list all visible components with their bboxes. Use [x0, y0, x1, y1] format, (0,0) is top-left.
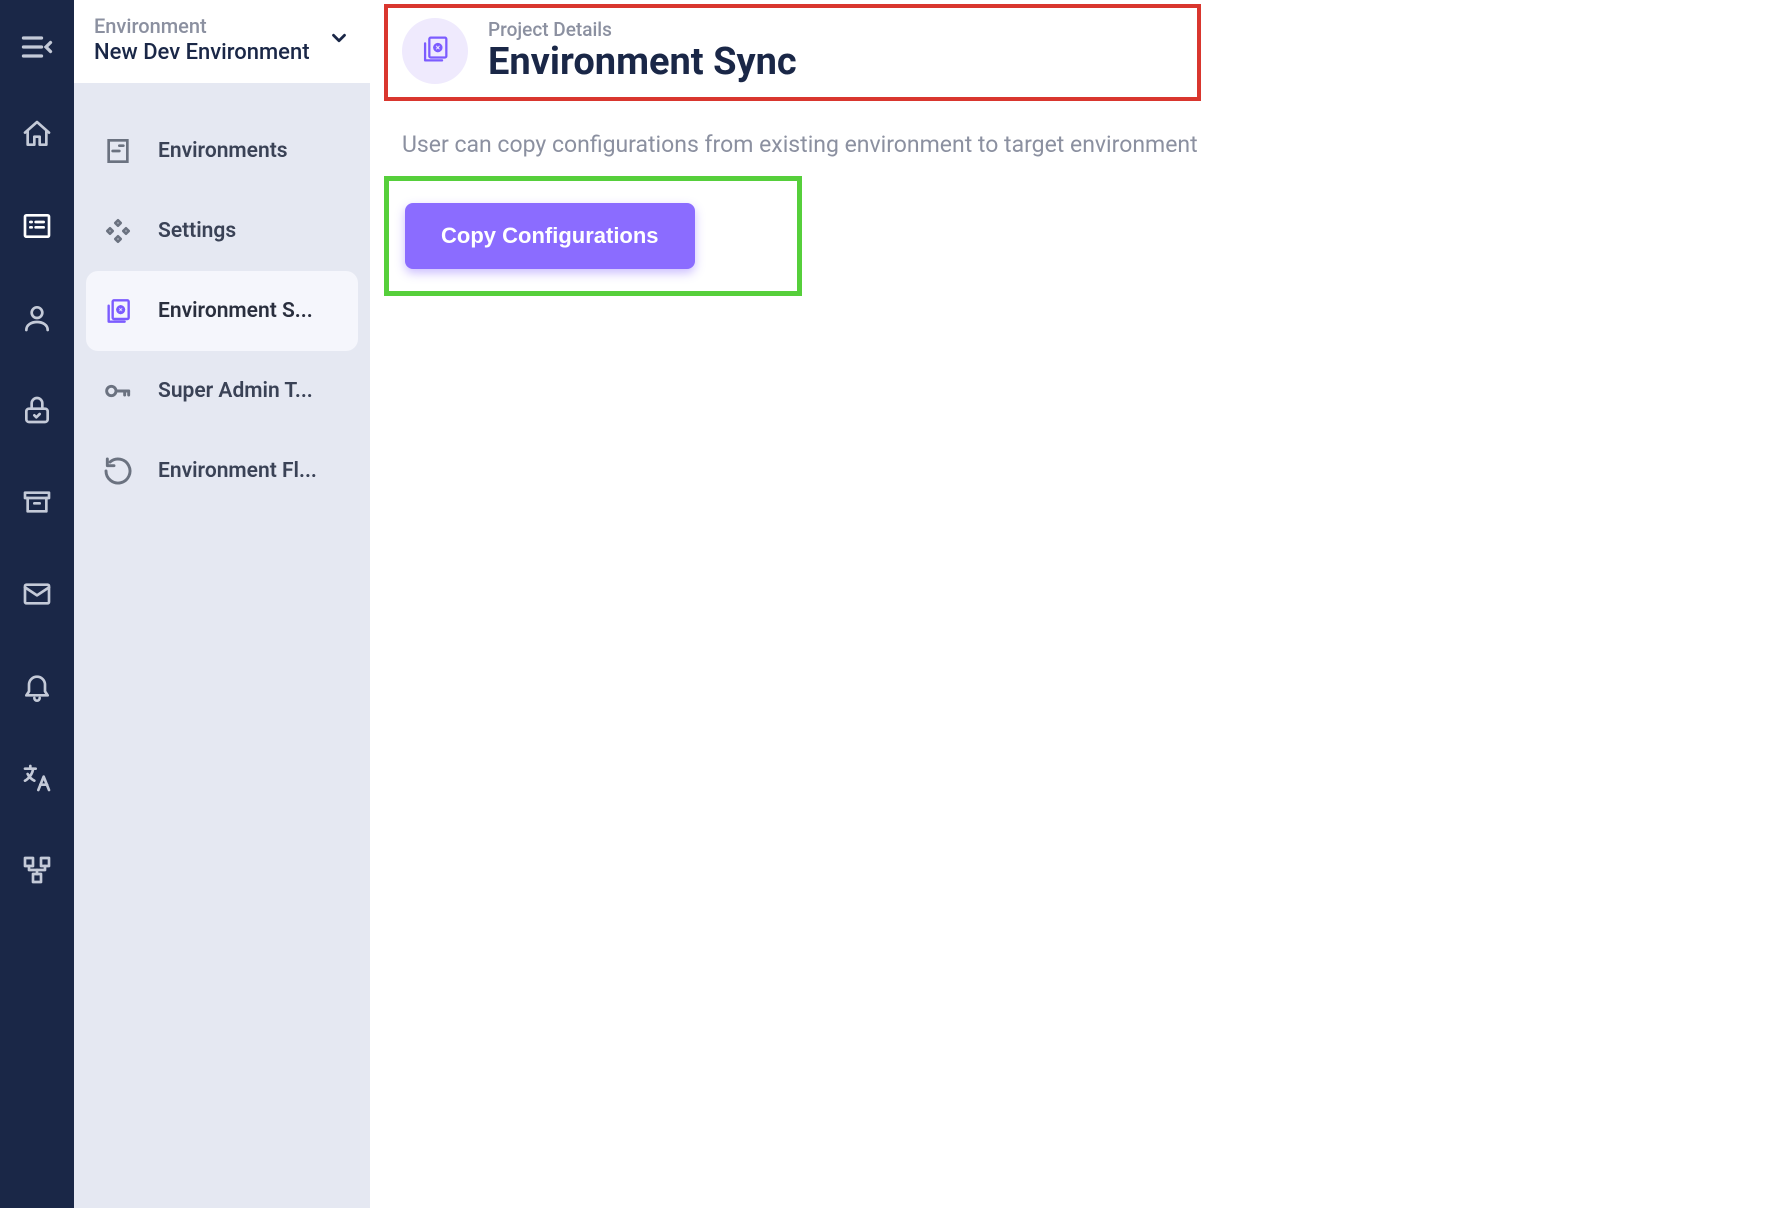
environment-selector-name: New Dev Environment: [94, 40, 310, 65]
refresh-icon: [102, 455, 134, 487]
nav-item-label: Settings: [158, 219, 236, 243]
environment-sync-icon: [102, 295, 134, 327]
lock-icon: [21, 394, 53, 430]
translate-icon: [21, 762, 53, 798]
page-header-highlight: Project Details Environment Sync: [384, 4, 1201, 101]
rail-user[interactable]: [0, 274, 74, 366]
rail-security[interactable]: [0, 366, 74, 458]
list-icon: [21, 210, 53, 246]
rail-integrations[interactable]: [0, 826, 74, 918]
environment-sync-icon: [418, 32, 452, 70]
collapse-sidebar-button[interactable]: [0, 18, 74, 80]
main-content: Project Details Environment Sync User ca…: [370, 0, 1790, 1208]
nav-item-super-admin[interactable]: Super Admin T...: [86, 351, 358, 431]
nav-item-environment-flow[interactable]: Environment Fl...: [86, 431, 358, 511]
settings-move-icon: [102, 215, 134, 247]
copy-configurations-button[interactable]: Copy Configurations: [405, 203, 695, 269]
rail-notifications[interactable]: [0, 642, 74, 734]
user-icon: [21, 302, 53, 338]
bell-icon: [21, 670, 53, 706]
nav-item-label: Environment S...: [158, 299, 313, 323]
page-header-text: Project Details Environment Sync: [488, 18, 797, 85]
rail-language[interactable]: [0, 734, 74, 826]
page-description: User can copy configurations from existi…: [402, 131, 1760, 158]
rail-archive[interactable]: [0, 458, 74, 550]
nav-item-settings[interactable]: Settings: [86, 191, 358, 271]
archive-icon: [21, 486, 53, 522]
mail-icon: [21, 578, 53, 614]
home-icon: [21, 118, 53, 154]
nav-item-label: Super Admin T...: [158, 379, 313, 403]
menu-collapse-icon: [19, 29, 55, 69]
rail-list[interactable]: [0, 182, 74, 274]
document-icon: [102, 135, 134, 167]
secondary-sidebar: Environment New Dev Environment Environm…: [74, 0, 370, 1208]
nav-item-label: Environment Fl...: [158, 459, 317, 483]
nav-list: Environments Settings: [74, 83, 370, 511]
key-icon: [102, 375, 134, 407]
icon-rail: [0, 0, 74, 1208]
nav-item-label: Environments: [158, 139, 288, 163]
rail-mail[interactable]: [0, 550, 74, 642]
environment-selector[interactable]: Environment New Dev Environment: [74, 0, 370, 83]
rail-home[interactable]: [0, 90, 74, 182]
nav-item-environments[interactable]: Environments: [86, 111, 358, 191]
environment-selector-text: Environment New Dev Environment: [94, 14, 310, 65]
page-header-icon-wrap: [402, 18, 468, 84]
nodes-icon: [21, 854, 53, 890]
nav-item-environment-sync[interactable]: Environment S...: [86, 271, 358, 351]
page-header-eyebrow: Project Details: [488, 18, 797, 41]
action-highlight: Copy Configurations: [384, 176, 802, 296]
chevron-down-icon: [328, 27, 350, 53]
page-title: Environment Sync: [488, 41, 797, 85]
environment-selector-label: Environment: [94, 14, 310, 38]
